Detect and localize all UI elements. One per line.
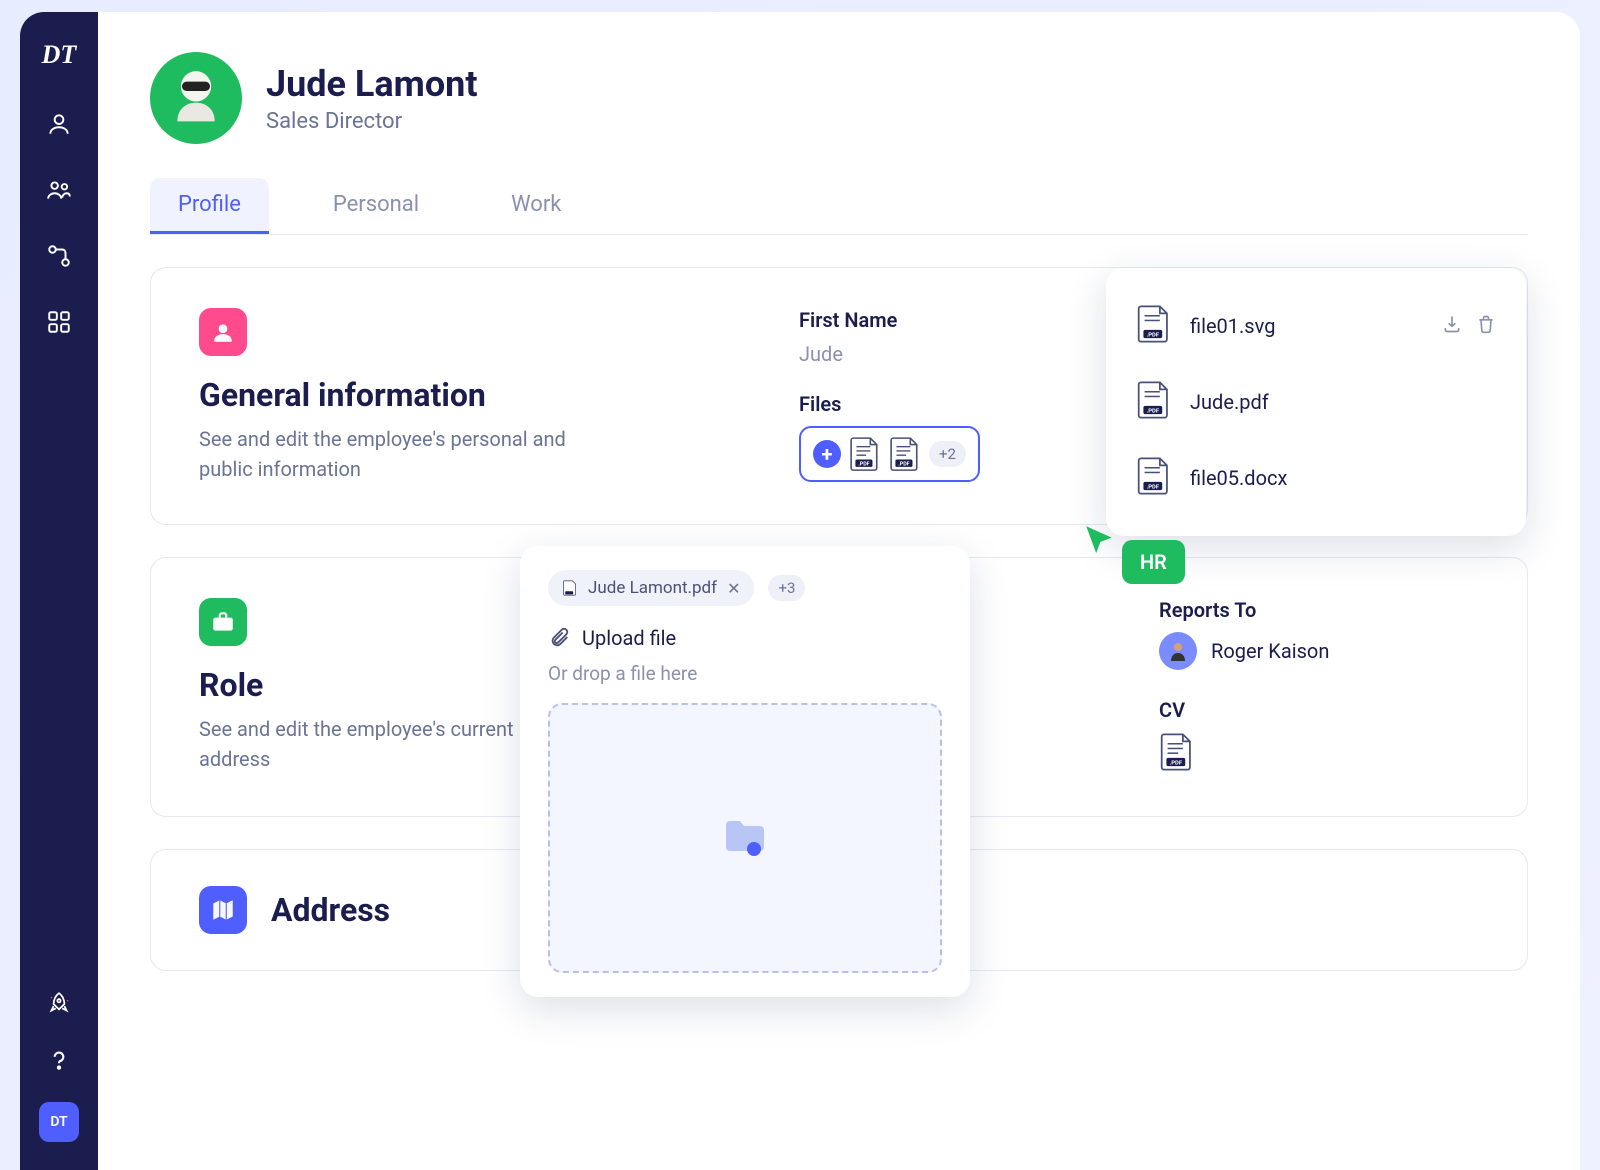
svg-text:.PDF: .PDF — [898, 461, 909, 467]
first-name-value: Jude — [799, 342, 1119, 366]
general-title: General information — [199, 376, 799, 414]
file-name: file01.svg — [1190, 314, 1424, 338]
role-desc: See and edit the employee's current addr… — [199, 714, 539, 774]
dropzone[interactable] — [548, 703, 942, 973]
avatar — [150, 52, 242, 144]
svg-text:.PDF: .PDF — [1147, 484, 1160, 490]
apps-icon[interactable] — [45, 308, 73, 336]
tab-personal[interactable]: Personal — [305, 178, 447, 234]
upload-file-label[interactable]: Upload file — [548, 626, 942, 650]
files-row[interactable]: + .PDF .PDF +2 — [799, 426, 980, 482]
file-thumb-icon[interactable]: .PDF — [889, 436, 921, 472]
file-icon: .PDF — [1136, 304, 1172, 348]
file-thumb-icon[interactable]: .PDF — [849, 436, 881, 472]
reports-to-value: Roger Kaison — [1211, 639, 1329, 663]
app-logo: DT — [42, 40, 77, 70]
briefcase-icon — [199, 598, 247, 646]
role-title: Role — [199, 666, 539, 704]
employee-role: Sales Director — [266, 109, 478, 134]
map-icon — [199, 886, 247, 934]
cv-file-icon[interactable]: .PDF — [1159, 732, 1479, 776]
upload-more-badge[interactable]: +3 — [768, 575, 805, 601]
user-badge[interactable]: DT — [39, 1102, 79, 1142]
user-icon[interactable] — [45, 110, 73, 138]
collab-label: HR — [1122, 540, 1185, 584]
uploaded-file-pill: Jude Lamont.pdf ✕ — [548, 570, 754, 606]
file-name: Jude.pdf — [1190, 390, 1496, 414]
workflow-icon[interactable] — [45, 242, 73, 270]
file-row[interactable]: .PDF Jude.pdf — [1132, 364, 1500, 440]
address-title: Address — [271, 891, 390, 929]
svg-text:.PDF: .PDF — [1147, 408, 1160, 414]
download-icon[interactable] — [1442, 314, 1462, 338]
add-file-button[interactable]: + — [813, 440, 841, 468]
svg-text:.PDF: .PDF — [1147, 332, 1160, 338]
upload-file-text: Upload file — [582, 626, 676, 650]
file-list-popup: .PDF file01.svg .PDF Jude.pdf .PDF file0… — [1106, 268, 1526, 536]
files-label: Files — [799, 392, 1119, 416]
employee-name: Jude Lamont — [266, 63, 478, 105]
first-name-label: First Name — [799, 308, 1119, 332]
uploaded-file-name: Jude Lamont.pdf — [588, 578, 717, 598]
files-more-badge[interactable]: +2 — [929, 441, 966, 467]
general-desc: See and edit the employee's personal and… — [199, 424, 579, 484]
reports-to-label: Reports To — [1159, 598, 1479, 622]
folder-icon — [720, 811, 770, 865]
remove-file-icon[interactable]: ✕ — [727, 579, 740, 598]
collab-cursor: HR — [1082, 522, 1185, 584]
drop-hint: Or drop a file here — [548, 662, 942, 685]
rocket-icon[interactable] — [45, 990, 73, 1018]
help-icon[interactable] — [45, 1046, 73, 1074]
people-icon[interactable] — [45, 176, 73, 204]
file-row[interactable]: .PDF file01.svg — [1132, 288, 1500, 364]
trash-icon[interactable] — [1476, 314, 1496, 338]
person-card-icon — [199, 308, 247, 356]
reports-avatar — [1159, 632, 1197, 670]
profile-header: Jude Lamont Sales Director — [150, 52, 1528, 144]
svg-text:.PDF: .PDF — [1170, 760, 1183, 766]
tab-work[interactable]: Work — [483, 178, 589, 234]
sidebar: DT DT — [20, 12, 98, 1170]
file-row[interactable]: .PDF file05.docx — [1132, 440, 1500, 516]
file-icon: .PDF — [1136, 380, 1172, 424]
upload-popup: Jude Lamont.pdf ✕ +3 Upload file Or drop… — [520, 546, 970, 997]
svg-text:.PDF: .PDF — [858, 461, 869, 467]
file-name: file05.docx — [1190, 466, 1496, 490]
cv-label: CV — [1159, 698, 1479, 722]
file-icon: .PDF — [1136, 456, 1172, 500]
tab-profile[interactable]: Profile — [150, 178, 269, 234]
tabs: Profile Personal Work — [150, 178, 1528, 235]
